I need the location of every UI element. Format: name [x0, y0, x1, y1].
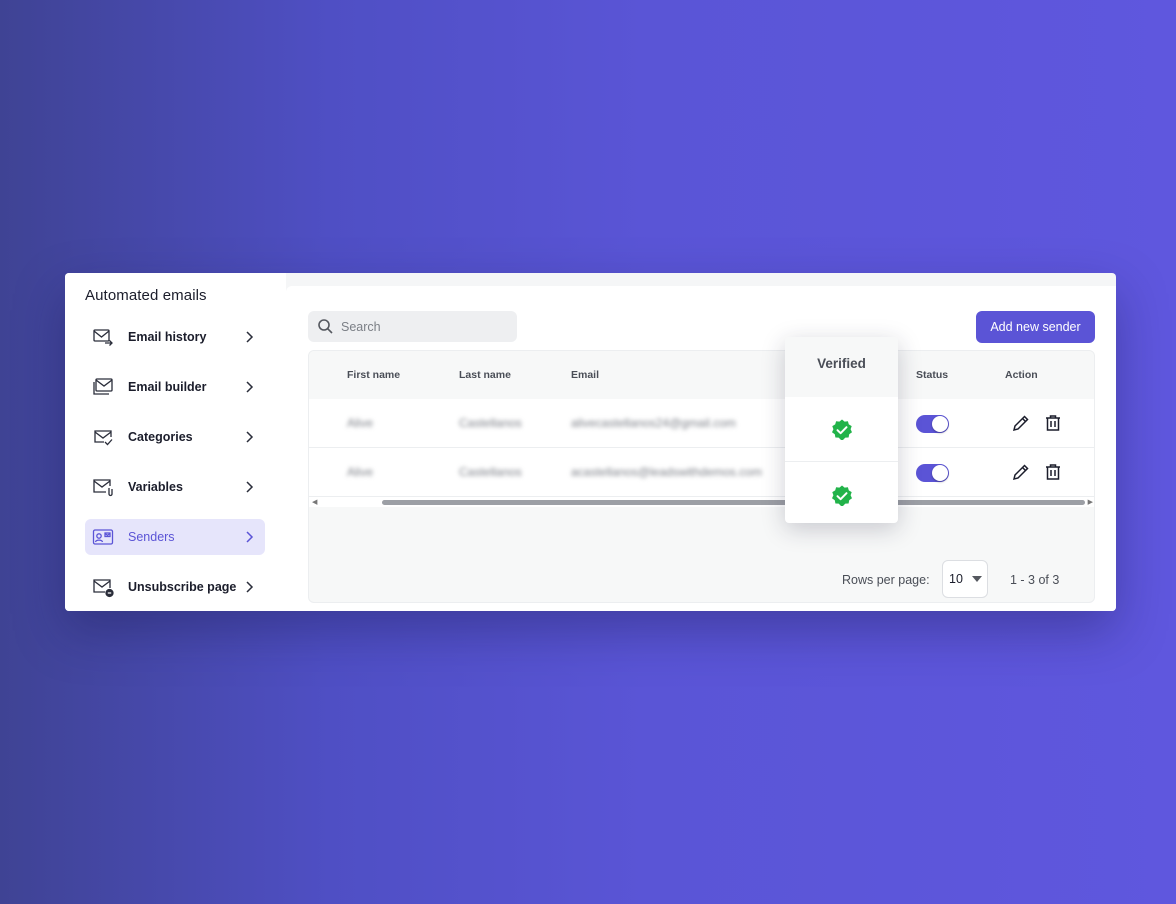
- verified-cell: [785, 463, 898, 528]
- verified-column-header: Verified: [785, 337, 898, 397]
- cell-email: alivecastellanos24@gmail.com: [571, 416, 736, 430]
- column-header-verified: Verified: [817, 356, 866, 371]
- toggle-knob: [932, 465, 948, 481]
- app-card: Automated emails Email history Email bui…: [65, 273, 1116, 611]
- chevron-right-icon: [246, 381, 254, 393]
- status-toggle[interactable]: [916, 464, 949, 482]
- cell-email: acastellanos@leadswithdemos.com: [571, 465, 762, 479]
- cell-last-name: Castellanos: [459, 465, 522, 479]
- verified-badge-icon: [832, 419, 852, 440]
- scroll-right-icon[interactable]: ▶: [1088, 498, 1093, 506]
- mail-stack-icon: [93, 378, 113, 395]
- sidebar-item-label: Unsubscribe page: [128, 580, 237, 594]
- mail-minus-icon: [93, 579, 114, 598]
- senders-table: First name Last name Email Status Action…: [308, 350, 1095, 603]
- verified-cell: [785, 397, 898, 462]
- sidebar-item-variables[interactable]: Variables: [85, 469, 265, 505]
- sidebar-item-label: Categories: [128, 430, 193, 444]
- scrollbar-thumb[interactable]: [382, 500, 1085, 505]
- sidebar-item-categories[interactable]: Categories: [85, 419, 265, 455]
- delete-trash-icon[interactable]: [1043, 462, 1063, 482]
- sidebar-title: Automated emails: [85, 287, 207, 304]
- column-header-last-name[interactable]: Last name: [459, 369, 511, 381]
- delete-trash-icon[interactable]: [1043, 413, 1063, 433]
- column-header-action: Action: [1005, 369, 1038, 381]
- table-header: First name Last name Email Status Action: [309, 351, 1094, 399]
- column-header-email[interactable]: Email: [571, 369, 599, 381]
- cell-first-name: Alive: [347, 416, 374, 430]
- senders-panel: Add new sender First name Last name Emai…: [286, 286, 1116, 611]
- mail-attachment-icon: [93, 479, 113, 497]
- column-header-first-name[interactable]: First name: [347, 369, 400, 381]
- verified-column-popover: Verified: [785, 337, 898, 523]
- column-header-status[interactable]: Status: [916, 369, 948, 381]
- edit-pencil-icon[interactable]: [1011, 413, 1031, 433]
- sidebar-item-senders[interactable]: Senders: [85, 519, 265, 555]
- chevron-right-icon: [246, 481, 254, 493]
- sender-card-icon: [92, 529, 114, 545]
- sidebar-item-label: Email history: [128, 330, 207, 344]
- status-toggle[interactable]: [916, 415, 949, 433]
- table-row[interactable]: Alive Castellanos alivecastellanos24@gma…: [309, 399, 1094, 448]
- scroll-left-icon[interactable]: ◀: [312, 498, 317, 506]
- pagination-range: 1 - 3 of 3: [1010, 573, 1060, 587]
- cell-first-name: Alive: [347, 465, 374, 479]
- edit-pencil-icon[interactable]: [1011, 462, 1031, 482]
- mail-forward-icon: [93, 329, 113, 346]
- sidebar-item-email-history[interactable]: Email history: [85, 319, 265, 355]
- verified-badge-icon: [832, 485, 852, 506]
- mail-check-icon: [94, 430, 113, 446]
- search-input[interactable]: [341, 311, 511, 342]
- table-row[interactable]: Alive Castellanos acastellanos@leadswith…: [309, 448, 1094, 497]
- sidebar-item-label: Senders: [128, 530, 175, 544]
- sidebar-item-label: Email builder: [128, 380, 207, 394]
- chevron-right-icon: [246, 331, 254, 343]
- add-new-sender-button[interactable]: Add new sender: [976, 311, 1095, 343]
- chevron-right-icon: [246, 431, 254, 443]
- search-box[interactable]: [308, 311, 517, 342]
- rows-per-page-select[interactable]: 10: [942, 560, 988, 598]
- rows-per-page-value: 10: [949, 572, 963, 586]
- toggle-knob: [932, 416, 948, 432]
- sidebar-item-unsubscribe-page[interactable]: Unsubscribe page: [85, 569, 265, 605]
- caret-down-icon: [972, 576, 982, 582]
- cell-last-name: Castellanos: [459, 416, 522, 430]
- chevron-right-icon: [246, 531, 254, 543]
- rows-per-page-label: Rows per page:: [842, 573, 930, 587]
- background-frame: Automated emails Email history Email bui…: [0, 0, 1176, 904]
- search-icon: [318, 319, 333, 334]
- chevron-right-icon: [246, 581, 254, 593]
- sidebar: Automated emails Email history Email bui…: [65, 273, 286, 611]
- sidebar-item-email-builder[interactable]: Email builder: [85, 369, 265, 405]
- sidebar-item-label: Variables: [128, 480, 183, 494]
- horizontal-scrollbar[interactable]: ◀ ▶: [309, 497, 1094, 507]
